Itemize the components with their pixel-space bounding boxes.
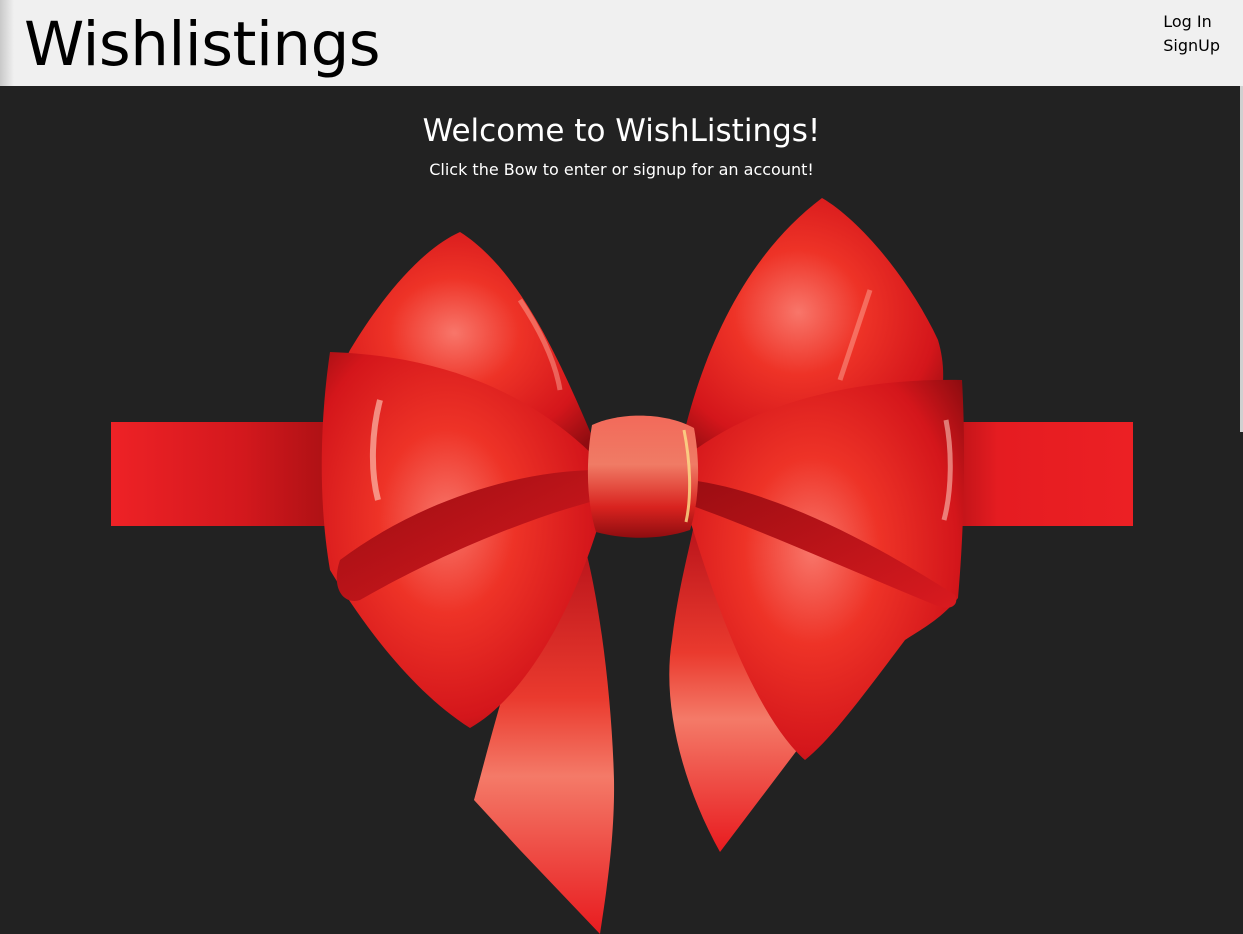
header-shadow [0,0,14,86]
signup-link[interactable]: SignUp [1163,34,1220,58]
login-link[interactable]: Log In [1163,10,1212,34]
nav-menu: Log In SignUp [1163,10,1220,58]
gift-bow-image[interactable] [0,190,1243,934]
site-header: Wishlistings Log In SignUp [0,0,1243,86]
page-subtitle: Click the Bow to enter or signup for an … [429,160,814,179]
site-logo[interactable]: Wishlistings [24,6,381,84]
page-title: Welcome to WishListings! [422,113,821,149]
